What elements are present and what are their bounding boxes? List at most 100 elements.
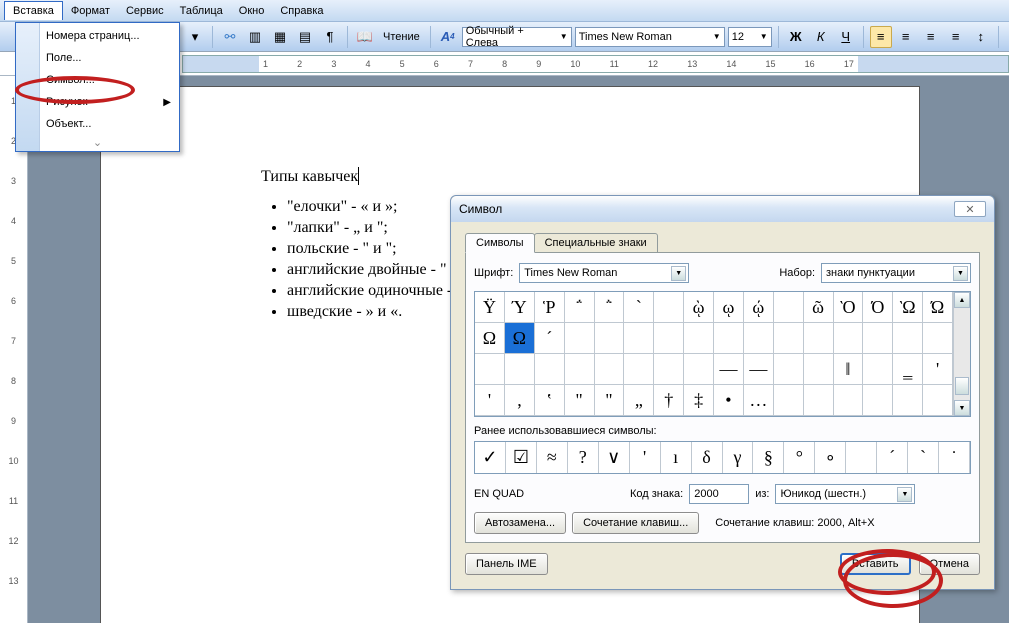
symbol-cell[interactable]: Ό bbox=[863, 292, 893, 323]
recent-symbol-cell[interactable]: ∘ bbox=[815, 442, 846, 473]
symbol-cell[interactable]: ῴ bbox=[744, 292, 774, 323]
code-input[interactable]: 2000 bbox=[689, 484, 749, 504]
symbol-cell[interactable]: Ύ bbox=[505, 292, 535, 323]
align-justify-button[interactable]: ≡ bbox=[945, 26, 967, 48]
vertical-ruler[interactable]: 12345678910111213 bbox=[0, 76, 28, 623]
symbol-cell[interactable]: ῳ bbox=[714, 292, 744, 323]
symbol-cell[interactable] bbox=[804, 354, 834, 385]
cancel-button[interactable]: Отмена bbox=[919, 553, 980, 575]
styleswitch-button[interactable]: A4 bbox=[437, 26, 459, 48]
symbol-cell[interactable]: Ὼ bbox=[893, 292, 923, 323]
symbol-cell[interactable] bbox=[774, 292, 804, 323]
menu-page-numbers[interactable]: Номера страниц... bbox=[16, 25, 179, 47]
style-combo[interactable]: Обычный + Слева▼ bbox=[462, 27, 572, 47]
menu-expand-button[interactable]: ⌄ bbox=[16, 135, 179, 149]
symbol-cell[interactable]: " bbox=[595, 385, 625, 416]
recent-symbol-cell[interactable]: ☑ bbox=[506, 442, 537, 473]
recent-symbol-cell[interactable] bbox=[846, 442, 877, 473]
align-center-button[interactable]: ≡ bbox=[895, 26, 917, 48]
horizontal-ruler[interactable]: 1234567891011121314151617 bbox=[182, 55, 1009, 73]
autocorrect-button[interactable]: Автозамена... bbox=[474, 512, 566, 534]
recent-symbol-cell[interactable]: ` bbox=[908, 442, 939, 473]
symbol-cell[interactable] bbox=[684, 354, 714, 385]
symbol-cell[interactable] bbox=[475, 354, 505, 385]
symbol-cell[interactable]: „ bbox=[624, 385, 654, 416]
recent-symbol-cell[interactable]: § bbox=[753, 442, 784, 473]
menu-tools[interactable]: Сервис bbox=[118, 2, 172, 20]
recent-symbol-cell[interactable]: ∨ bbox=[599, 442, 630, 473]
symbol-cell[interactable] bbox=[565, 323, 595, 354]
symbol-cell[interactable] bbox=[744, 323, 774, 354]
scroll-up-button[interactable]: ▲ bbox=[954, 292, 970, 308]
recent-symbol-cell[interactable]: ' bbox=[630, 442, 661, 473]
dialog-titlebar[interactable]: Символ ✕ bbox=[451, 196, 994, 222]
linespacing-button[interactable]: ↕ bbox=[970, 26, 992, 48]
symbol-cell[interactable] bbox=[624, 323, 654, 354]
menu-picture[interactable]: Рисунок▶ bbox=[16, 91, 179, 113]
symbol-cell[interactable]: ‛ bbox=[535, 385, 565, 416]
columns-button[interactable]: ▤ bbox=[294, 26, 316, 48]
tab-special[interactable]: Специальные знаки bbox=[534, 233, 658, 253]
symbol-cell[interactable]: ῶ bbox=[804, 292, 834, 323]
shortcut-button[interactable]: Сочетание клавиш... bbox=[572, 512, 699, 534]
symbol-cell[interactable] bbox=[893, 323, 923, 354]
inserttable-button[interactable]: ▦ bbox=[269, 26, 291, 48]
reading-label[interactable]: Чтение bbox=[379, 31, 424, 43]
symbol-cell[interactable] bbox=[654, 354, 684, 385]
recent-symbol-cell[interactable]: ˙ bbox=[939, 442, 970, 473]
insert-button[interactable]: Вставить bbox=[840, 553, 911, 575]
symbol-cell[interactable] bbox=[923, 385, 953, 416]
symbol-cell[interactable] bbox=[535, 354, 565, 385]
menu-help[interactable]: Справка bbox=[272, 2, 331, 20]
symbol-cell[interactable]: … bbox=[744, 385, 774, 416]
subset-dropdown[interactable]: знаки пунктуации▼ bbox=[821, 263, 971, 283]
recent-symbol-cell[interactable]: ° bbox=[784, 442, 815, 473]
symbol-cell[interactable]: ‡ bbox=[684, 385, 714, 416]
symbol-cell[interactable]: Ω bbox=[505, 323, 535, 354]
symbol-cell[interactable] bbox=[834, 323, 864, 354]
font-combo[interactable]: Times New Roman▼ bbox=[575, 27, 725, 47]
align-left-button[interactable]: ≡ bbox=[870, 26, 892, 48]
recent-symbol-cell[interactable]: ≈ bbox=[537, 442, 568, 473]
recent-symbol-cell[interactable]: ı bbox=[661, 442, 692, 473]
symbol-cell[interactable]: ῭ bbox=[595, 292, 625, 323]
undo-dropdown-button[interactable]: ▾ bbox=[184, 26, 206, 48]
symbol-cell[interactable]: ΅ bbox=[565, 292, 595, 323]
symbol-cell[interactable]: • bbox=[714, 385, 744, 416]
symbol-cell[interactable]: — bbox=[714, 354, 744, 385]
bold-button[interactable]: Ж bbox=[785, 26, 807, 48]
symbol-cell[interactable] bbox=[863, 385, 893, 416]
symbol-cell[interactable]: ― bbox=[744, 354, 774, 385]
recent-symbol-cell[interactable]: δ bbox=[692, 442, 723, 473]
menu-symbol[interactable]: Символ... bbox=[16, 69, 179, 91]
tab-symbols[interactable]: Символы bbox=[465, 233, 535, 253]
symbol-cell[interactable] bbox=[684, 323, 714, 354]
symbol-cell[interactable]: Ώ bbox=[923, 292, 953, 323]
menu-field[interactable]: Поле... bbox=[16, 47, 179, 69]
symbol-cell[interactable] bbox=[863, 323, 893, 354]
symbol-cell[interactable]: ‚ bbox=[505, 385, 535, 416]
symbol-cell[interactable]: ῲ bbox=[684, 292, 714, 323]
italic-button[interactable]: К bbox=[810, 26, 832, 48]
scroll-down-button[interactable]: ▼ bbox=[954, 400, 970, 416]
underline-button[interactable]: Ч bbox=[835, 26, 857, 48]
dialog-close-button[interactable]: ✕ bbox=[954, 201, 986, 217]
hyperlink-button[interactable]: ⚯ bbox=[219, 26, 241, 48]
symbol-cell[interactable] bbox=[774, 385, 804, 416]
menu-window[interactable]: Окно bbox=[231, 2, 273, 20]
align-right-button[interactable]: ≡ bbox=[920, 26, 942, 48]
symbol-cell[interactable]: ' bbox=[475, 385, 505, 416]
symbol-cell[interactable] bbox=[774, 323, 804, 354]
symbol-cell[interactable] bbox=[654, 323, 684, 354]
symbol-cell[interactable] bbox=[565, 354, 595, 385]
symbol-cell[interactable] bbox=[804, 385, 834, 416]
symbol-cell[interactable] bbox=[893, 385, 923, 416]
symbol-cell[interactable] bbox=[595, 354, 625, 385]
symbol-cell[interactable]: Ω bbox=[475, 323, 505, 354]
borders-button[interactable]: ▥ bbox=[244, 26, 266, 48]
reading-icon[interactable]: 📖 bbox=[354, 26, 376, 48]
symbol-cell[interactable]: ‖ bbox=[834, 354, 864, 385]
menu-table[interactable]: Таблица bbox=[172, 2, 231, 20]
fontsize-combo[interactable]: 12▼ bbox=[728, 27, 772, 47]
from-dropdown[interactable]: Юникод (шестн.)▼ bbox=[775, 484, 915, 504]
